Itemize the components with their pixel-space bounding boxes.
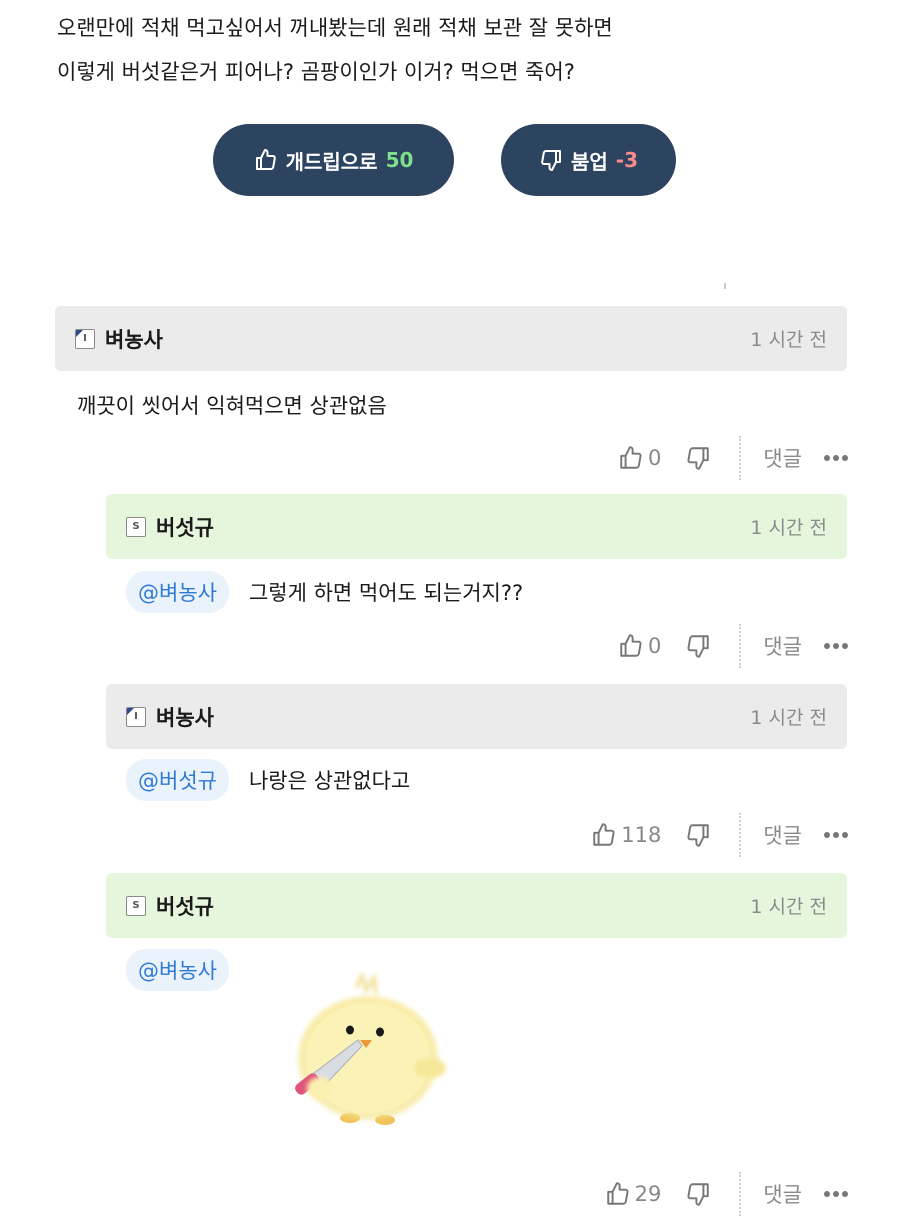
- reply-button[interactable]: 댓글: [763, 631, 802, 661]
- comment-body: @버섯규 나랑은 상관없다고: [126, 758, 410, 802]
- chick-with-knife-image: [295, 970, 446, 1125]
- comment-dislike-button[interactable]: [685, 822, 711, 848]
- comment-text: 나랑은 상관없다고: [248, 769, 411, 793]
- comment-text: 깨끗이 씻어서 익혀먹으면 상관없음: [77, 394, 387, 418]
- comment-dislike-button[interactable]: [685, 445, 711, 471]
- comment-dislike-button[interactable]: [685, 1181, 711, 1207]
- comment-actions: 29 댓글: [605, 1172, 848, 1216]
- comment-like-button[interactable]: 0: [618, 633, 661, 659]
- user-level-badge: S: [126, 516, 146, 537]
- comment-time: 1 시간 전: [750, 707, 827, 729]
- thumbs-up-icon: [593, 823, 615, 846]
- post-body-line-1: 오랜만에 적채 먹고싶어서 꺼내봤는데 원래 적채 보관 잘 못하면: [57, 16, 613, 40]
- downvote-count: -3: [615, 148, 639, 172]
- user-level-badge: I: [75, 328, 95, 349]
- like-count: 29: [634, 1182, 662, 1206]
- comment-body: @벼농사: [126, 948, 249, 992]
- comment-body: @벼농사 그렇게 하면 먹어도 되는거지??: [126, 570, 523, 614]
- action-divider: [739, 624, 742, 668]
- comment-actions: 118 댓글: [591, 813, 848, 857]
- thumbs-down-icon: [687, 635, 710, 658]
- like-count: 0: [647, 634, 662, 658]
- downvote-button[interactable]: 붐업 -3: [501, 124, 676, 196]
- vote-bar: 개드립으로 50 붐업 -3: [0, 124, 900, 196]
- reply-button[interactable]: 댓글: [763, 443, 802, 473]
- reply-button[interactable]: 댓글: [763, 820, 802, 850]
- comment-actions: 0 댓글: [618, 624, 848, 668]
- more-dots-icon[interactable]: [824, 1191, 848, 1197]
- mention-tag[interactable]: @버섯규: [126, 759, 229, 801]
- thumbs-up-icon: [606, 1182, 629, 1205]
- like-count: 118: [621, 823, 662, 847]
- more-dots-icon[interactable]: [824, 832, 848, 838]
- comment-like-button[interactable]: 0: [618, 445, 661, 471]
- comment-header: S 버섯규 1 시간 전: [106, 494, 847, 559]
- downvote-label: 붐업: [570, 149, 608, 174]
- upvote-label: 개드립으로: [285, 149, 378, 174]
- comment-time: 1 시간 전: [750, 896, 827, 918]
- comment-like-button[interactable]: 118: [591, 822, 661, 848]
- more-dots-icon[interactable]: [824, 455, 848, 461]
- comment-author[interactable]: 버섯규: [156, 891, 214, 921]
- thumbs-down-icon: [541, 150, 561, 171]
- comment-like-button[interactable]: 29: [605, 1181, 662, 1207]
- thumbs-up-icon: [255, 149, 276, 170]
- thumbs-up-icon: [620, 634, 642, 657]
- thumbs-down-icon: [687, 1183, 710, 1206]
- comment-header: S 버섯규 1 시간 전: [106, 873, 847, 938]
- divider-mark: [724, 283, 726, 289]
- action-divider: [739, 1172, 742, 1216]
- more-dots-icon[interactable]: [824, 643, 848, 649]
- action-divider: [739, 813, 742, 857]
- user-level-badge: S: [126, 895, 146, 916]
- comment-time: 1 시간 전: [750, 517, 827, 539]
- post-body-line-2: 이렇게 버섯같은거 피어나? 곰팡이인가 이거? 먹으면 죽어?: [57, 60, 575, 84]
- comment-author[interactable]: 벼농사: [105, 324, 163, 354]
- comment-author[interactable]: 버섯규: [156, 512, 214, 542]
- reply-button[interactable]: 댓글: [763, 1179, 802, 1209]
- mention-tag[interactable]: @벼농사: [126, 571, 229, 613]
- comment-author[interactable]: 벼농사: [156, 702, 214, 732]
- comment-body: 깨끗이 씻어서 익혀먹으면 상관없음: [77, 385, 387, 425]
- action-divider: [739, 436, 742, 480]
- upvote-button[interactable]: 개드립으로 50: [213, 124, 454, 196]
- like-count: 0: [647, 446, 662, 470]
- thumbs-down-icon: [687, 447, 710, 470]
- post-body: 오랜만에 적채 먹고싶어서 꺼내봤는데 원래 적채 보관 잘 못하면 이렇게 버…: [57, 6, 857, 94]
- thumbs-down-icon: [687, 824, 710, 847]
- mention-tag[interactable]: @벼농사: [126, 949, 229, 991]
- comment-header: I 벼농사 1 시간 전: [55, 306, 847, 371]
- comment-time: 1 시간 전: [750, 329, 827, 351]
- user-level-badge: I: [126, 706, 146, 727]
- upvote-count: 50: [385, 148, 414, 172]
- comment-text: 그렇게 하면 먹어도 되는거지??: [248, 581, 524, 605]
- comment-actions: 0 댓글: [618, 436, 848, 480]
- comment-dislike-button[interactable]: [685, 633, 711, 659]
- thumbs-up-icon: [620, 446, 642, 469]
- comment-header: I 벼농사 1 시간 전: [106, 684, 847, 749]
